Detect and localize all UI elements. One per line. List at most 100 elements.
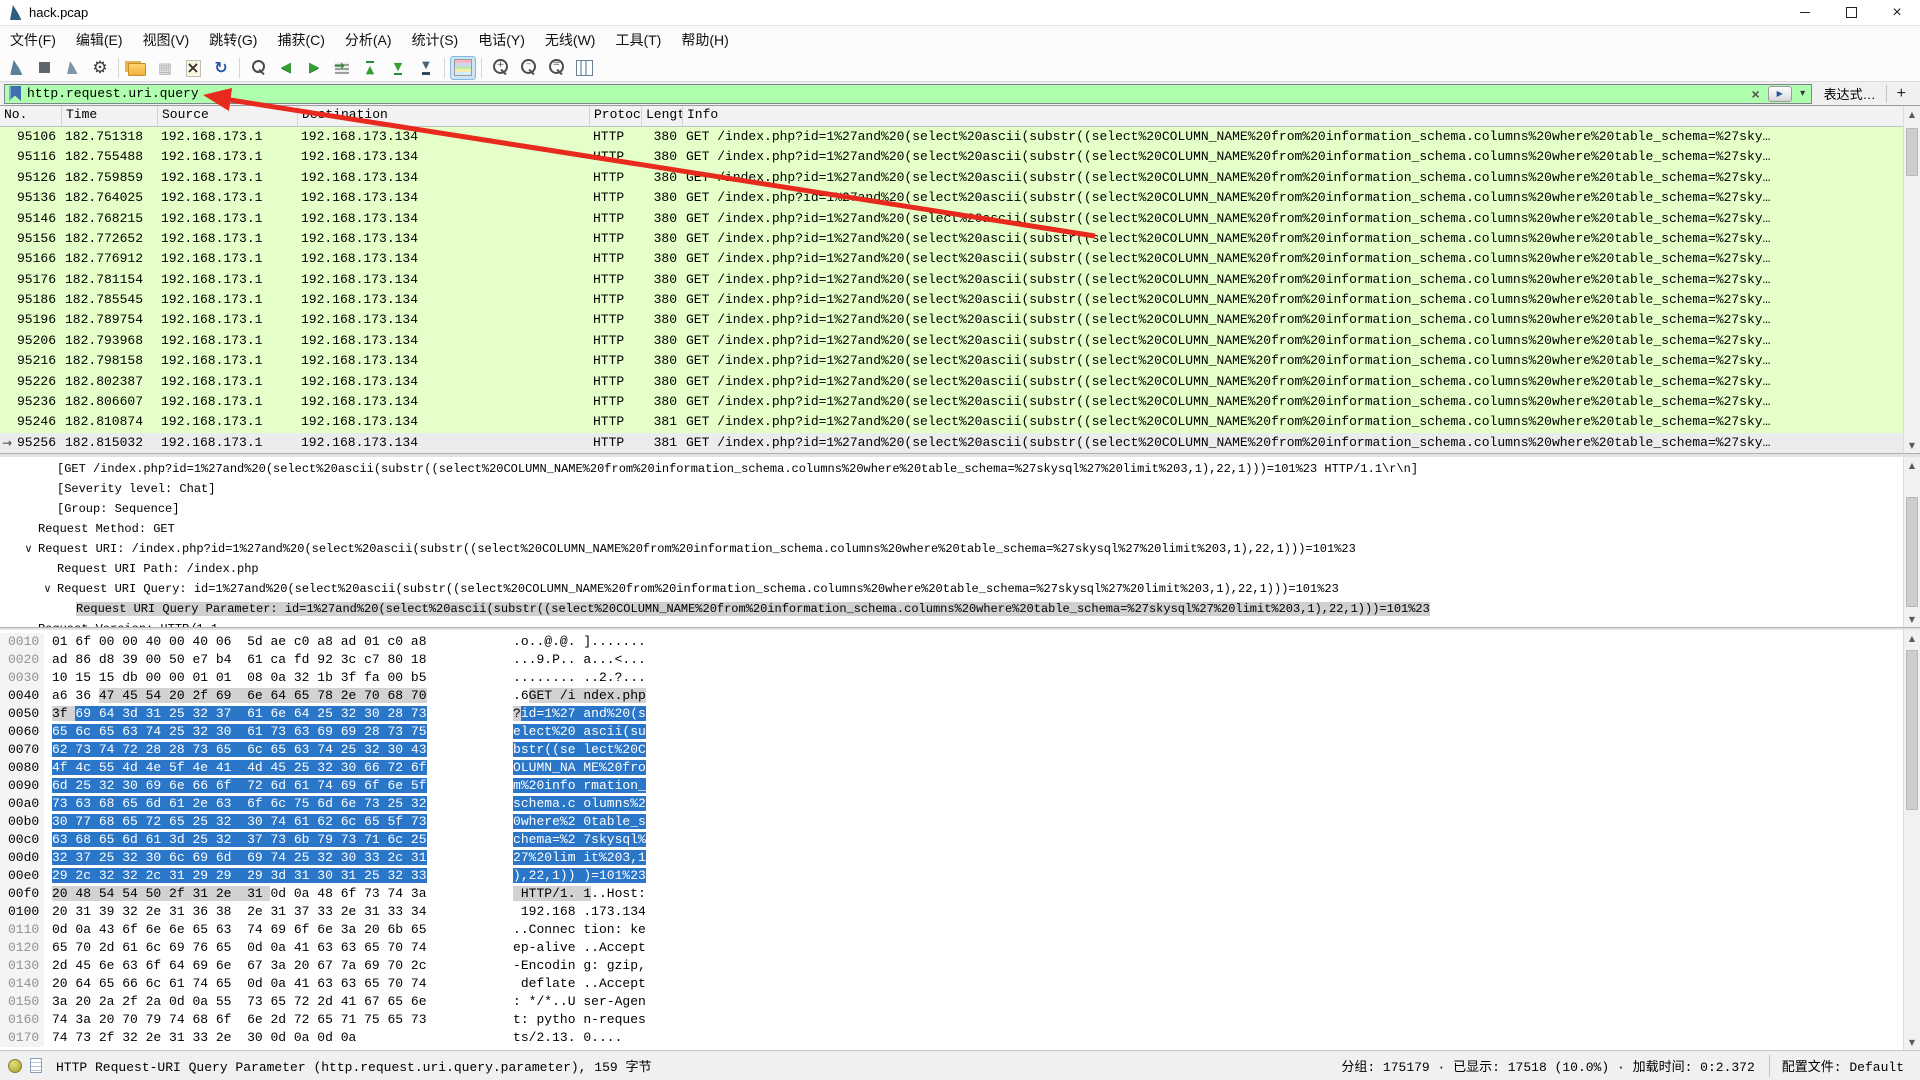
detail-line[interactable]: Request URI Query Parameter: id=1%27and%… [0, 599, 1920, 619]
close-file-icon[interactable] [180, 56, 206, 80]
hex-bytes[interactable]: 4f 4c 55 4d 4e 5f 4e 41 4d 45 25 32 30 6… [52, 759, 428, 777]
hex-scrollbar[interactable]: ▲ ▼ [1903, 630, 1920, 1050]
menu-item-2[interactable]: 视图(V) [133, 26, 200, 54]
column-header-source[interactable]: Source [158, 106, 298, 126]
packet-row[interactable]: 95176182.781154192.168.173.1192.168.173.… [0, 270, 1920, 290]
hex-row[interactable]: 00c063 68 65 6d 61 3d 25 32 37 73 6b 79 … [0, 831, 1920, 849]
maximize-button[interactable] [1828, 0, 1874, 26]
zoom-reset-icon[interactable] [543, 56, 569, 80]
hex-row[interactable]: 01503a 20 2a 2f 2a 0d 0a 55 73 65 72 2d … [0, 993, 1920, 1011]
reload-file-icon[interactable] [208, 56, 234, 80]
menu-item-7[interactable]: 电话(Y) [468, 26, 535, 54]
hex-row[interactable]: 00b030 77 68 65 72 65 25 32 30 74 61 62 … [0, 813, 1920, 831]
go-first-packet-icon[interactable] [357, 56, 383, 80]
hex-ascii[interactable]: ts/2.13. 0.... [513, 1029, 622, 1047]
resize-columns-icon[interactable] [571, 56, 597, 80]
hex-ascii[interactable]: ........ ..2.?... [513, 669, 646, 687]
expression-button[interactable]: 表达式… [1824, 84, 1876, 103]
menu-item-0[interactable]: 文件(F) [0, 26, 66, 54]
go-forward-icon[interactable] [301, 56, 327, 80]
scroll-down-icon[interactable]: ▼ [1904, 1034, 1920, 1050]
hex-row[interactable]: 01100d 0a 43 6f 6e 6e 65 63 74 69 6f 6e … [0, 921, 1920, 939]
packet-row[interactable]: 95106182.751318192.168.173.1192.168.173.… [0, 127, 1920, 147]
scrollbar-thumb[interactable] [1906, 128, 1918, 176]
filter-input[interactable]: http.request.uri.query × ▶ ▾ [4, 84, 1812, 104]
scroll-up-icon[interactable]: ▲ [1904, 106, 1920, 122]
detail-line[interactable]: ∨Request URI Query: id=1%27and%20(select… [0, 579, 1920, 599]
menu-item-5[interactable]: 分析(A) [335, 26, 402, 54]
hex-bytes[interactable]: 74 73 2f 32 2e 31 33 2e 30 0d 0a 0d 0a [52, 1029, 428, 1047]
scroll-down-icon[interactable]: ▼ [1904, 437, 1920, 453]
hex-bytes[interactable]: 74 3a 20 70 79 74 68 6f 6e 2d 72 65 71 7… [52, 1011, 428, 1029]
restart-capture-icon[interactable] [59, 56, 85, 80]
detail-line[interactable]: ∨Request URI: /index.php?id=1%27and%20(s… [0, 539, 1920, 559]
column-header-length[interactable]: Length [642, 106, 683, 126]
packet-row[interactable]: 95166182.776912192.168.173.1192.168.173.… [0, 249, 1920, 269]
menu-item-6[interactable]: 统计(S) [402, 26, 469, 54]
hex-ascii[interactable]: .o..@.@. ]....... [513, 633, 646, 651]
hex-row[interactable]: 00804f 4c 55 4d 4e 5f 4e 41 4d 45 25 32 … [0, 759, 1920, 777]
capture-comment-icon[interactable] [30, 1058, 42, 1073]
hex-row[interactable]: 010020 31 39 32 2e 31 36 38 2e 31 37 33 … [0, 903, 1920, 921]
menu-item-1[interactable]: 编辑(E) [66, 26, 133, 54]
detail-line[interactable]: Request Version: HTTP/1.1 [0, 619, 1920, 627]
save-file-icon[interactable] [152, 56, 178, 80]
packet-row[interactable]: 95136182.764025192.168.173.1192.168.173.… [0, 188, 1920, 208]
hex-ascii[interactable]: .6GET /i ndex.php [513, 687, 646, 705]
packet-row[interactable]: 95196182.789754192.168.173.1192.168.173.… [0, 310, 1920, 330]
expert-info-icon[interactable] [8, 1059, 22, 1073]
hex-bytes[interactable]: 20 31 39 32 2e 31 36 38 2e 31 37 33 2e 3… [52, 903, 428, 921]
menu-item-9[interactable]: 工具(T) [605, 26, 671, 54]
filter-dropdown-icon[interactable]: ▾ [1795, 88, 1811, 99]
hex-bytes[interactable]: 32 37 25 32 30 6c 69 6d 69 74 25 32 30 3… [52, 849, 428, 867]
packet-row[interactable]: 95126182.759859192.168.173.1192.168.173.… [0, 168, 1920, 188]
minimize-button[interactable] [1782, 0, 1828, 26]
hex-row[interactable]: 006065 6c 65 63 74 25 32 30 61 73 63 69 … [0, 723, 1920, 741]
go-last-packet-icon[interactable] [385, 56, 411, 80]
hex-bytes[interactable]: 01 6f 00 00 40 00 40 06 5d ae c0 a8 ad 0… [52, 633, 428, 651]
hex-row[interactable]: 014020 64 65 66 6c 61 74 65 0d 0a 41 63 … [0, 975, 1920, 993]
hex-ascii[interactable]: t: pytho n-reques [513, 1011, 646, 1029]
hex-ascii[interactable]: schema.c olumns%2 [513, 795, 646, 813]
hex-bytes[interactable]: ad 86 d8 39 00 50 e7 b4 61 ca fd 92 3c c… [52, 651, 428, 669]
hex-row[interactable]: 00e029 2c 32 32 2c 31 29 29 29 3d 31 30 … [0, 867, 1920, 885]
hex-ascii[interactable]: ep-alive ..Accept [513, 939, 646, 957]
filter-apply-button[interactable]: ▶ [1768, 86, 1792, 102]
hex-ascii[interactable]: 192.168 .173.134 [513, 903, 646, 921]
detail-line[interactable]: [Group: Sequence] [0, 499, 1920, 519]
hex-row[interactable]: 0020ad 86 d8 39 00 50 e7 b4 61 ca fd 92 … [0, 651, 1920, 669]
close-button[interactable] [1874, 0, 1920, 26]
packet-row[interactable]: 95216182.798158192.168.173.1192.168.173.… [0, 351, 1920, 371]
packet-row[interactable]: 95116182.755488192.168.173.1192.168.173.… [0, 147, 1920, 167]
column-header-info[interactable]: Info [683, 106, 1920, 126]
go-back-icon[interactable] [273, 56, 299, 80]
hex-bytes[interactable]: 30 77 68 65 72 65 25 32 30 74 61 62 6c 6… [52, 813, 428, 831]
hex-ascii[interactable]: ?id=1%27 and%20(s [513, 705, 646, 723]
find-packet-icon[interactable] [245, 56, 271, 80]
hex-row[interactable]: 00906d 25 32 30 69 6e 66 6f 72 6d 61 74 … [0, 777, 1920, 795]
packet-row[interactable]: 95226182.802387192.168.173.1192.168.173.… [0, 372, 1920, 392]
hex-ascii[interactable]: OLUMN_NA ME%20fro [513, 759, 646, 777]
add-filter-button[interactable]: + [1897, 85, 1906, 103]
auto-scroll-icon[interactable] [413, 56, 439, 80]
hex-ascii[interactable]: chema=%2 7skysql% [513, 831, 646, 849]
hex-row[interactable]: 003010 15 15 db 00 00 01 01 08 0a 32 1b … [0, 669, 1920, 687]
hex-row[interactable]: 017074 73 2f 32 2e 31 33 2e 30 0d 0a 0d … [0, 1029, 1920, 1047]
colorize-packets-icon[interactable] [450, 56, 476, 80]
hex-row[interactable]: 016074 3a 20 70 79 74 68 6f 6e 2d 72 65 … [0, 1011, 1920, 1029]
hex-ascii[interactable]: m%20info rmation_ [513, 777, 646, 795]
hex-row[interactable]: 007062 73 74 72 28 28 73 65 6c 65 63 74 … [0, 741, 1920, 759]
hex-ascii[interactable]: bstr((se lect%20C [513, 741, 646, 759]
hex-bytes[interactable]: 20 64 65 66 6c 61 74 65 0d 0a 41 63 63 6… [52, 975, 428, 993]
open-file-icon[interactable] [124, 56, 150, 80]
column-header-time[interactable]: Time [62, 106, 158, 126]
hex-row[interactable]: 0040a6 36 47 45 54 20 2f 69 6e 64 65 78 … [0, 687, 1920, 705]
hex-row[interactable]: 001001 6f 00 00 40 00 40 06 5d ae c0 a8 … [0, 633, 1920, 651]
detail-line[interactable]: [Severity level: Chat] [0, 479, 1920, 499]
packet-list-scrollbar[interactable]: ▲ ▼ [1903, 106, 1920, 453]
hex-bytes[interactable]: 62 73 74 72 28 28 73 65 6c 65 63 74 25 3… [52, 741, 428, 759]
scroll-up-icon[interactable]: ▲ [1904, 457, 1920, 473]
hex-ascii[interactable]: elect%20 ascii(su [513, 723, 646, 741]
hex-row[interactable]: 00a073 63 68 65 6d 61 2e 63 6f 6c 75 6d … [0, 795, 1920, 813]
zoom-in-icon[interactable] [487, 56, 513, 80]
